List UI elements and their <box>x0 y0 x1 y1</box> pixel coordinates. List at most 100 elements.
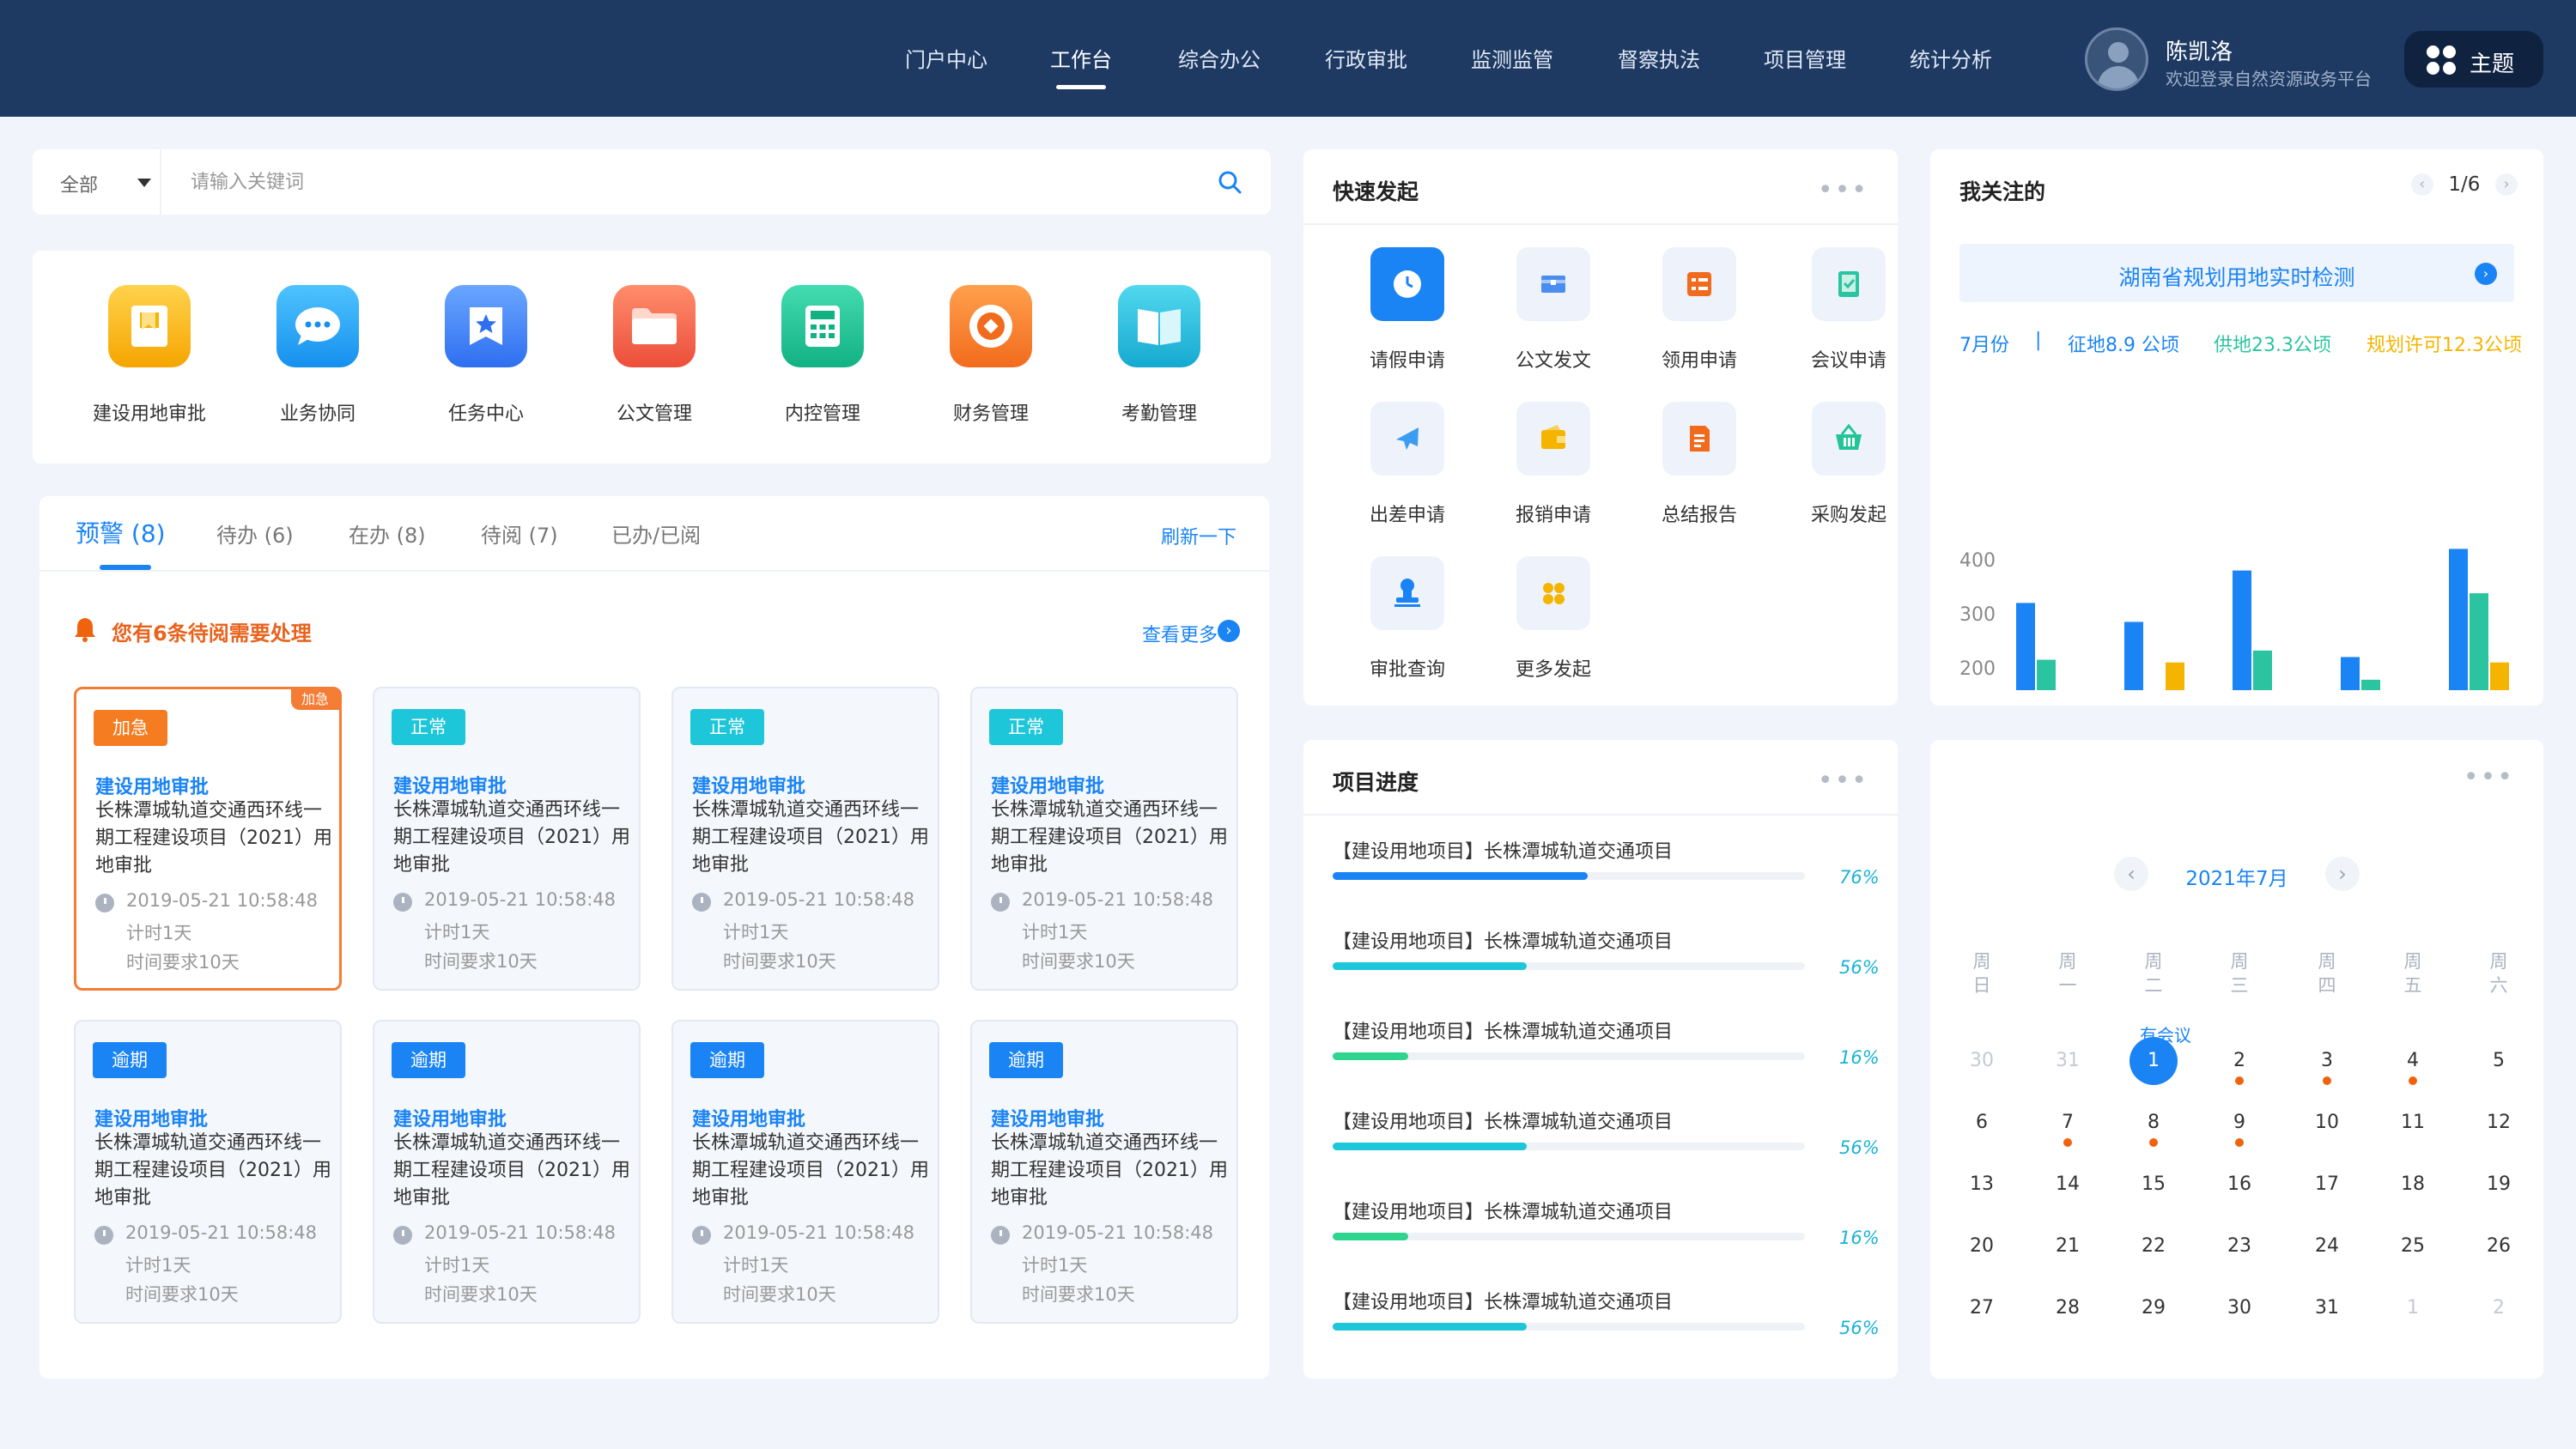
progress-item[interactable]: 【建设用地项目】长株潭城轨道交通项目 56% <box>1333 1106 1880 1158</box>
status-badge: 正常 <box>989 709 1063 745</box>
search-input[interactable] <box>191 167 1135 197</box>
app-label: 任务中心 <box>447 403 524 425</box>
calendar-day[interactable]: 22 <box>2129 1222 2178 1270</box>
progress-bar <box>1333 962 1805 970</box>
calendar-day[interactable]: 25 <box>2389 1222 2437 1270</box>
calendar-day[interactable]: 20 <box>1958 1222 2006 1270</box>
calendar-day[interactable]: 21 <box>2044 1222 2092 1270</box>
nav-statistics[interactable]: 统计分析 <box>1910 43 1992 72</box>
app-finance[interactable]: 财务管理 <box>914 285 1068 426</box>
quick-item[interactable]: 请假申请 <box>1334 247 1480 373</box>
caret-down-icon[interactable] <box>137 179 151 187</box>
theme-button[interactable]: 主题 <box>2404 31 2543 88</box>
quick-item[interactable]: 更多发起 <box>1480 556 1626 682</box>
clock-icon <box>991 1226 1010 1245</box>
monitor-banner[interactable]: 湖南省规划用地实时检测 › <box>1959 244 2514 302</box>
calendar-day[interactable]: 11 <box>2389 1099 2437 1147</box>
search-icon[interactable] <box>1216 168 1243 196</box>
warning-card[interactable]: 正常 建设用地审批 长株潭城轨道交通西环线一期工程建设项目（2021）用地审批 201… <box>970 687 1238 991</box>
tab-warning[interactable]: 预警 (8) <box>76 515 166 549</box>
warning-card[interactable]: 逾期 建设用地审批 长株潭城轨道交通西环线一期工程建设项目（2021）用地审批 201… <box>74 1020 342 1324</box>
nav-approval[interactable]: 行政审批 <box>1325 43 1407 72</box>
next-page-button[interactable]: › <box>2495 173 2518 196</box>
warning-card[interactable]: 逾期 建设用地审批 长株潭城轨道交通西环线一期工程建设项目（2021）用地审批 201… <box>373 1020 641 1324</box>
calendar-day[interactable]: 26 <box>2475 1222 2523 1270</box>
view-more-link[interactable]: 查看更多 <box>1142 620 1218 647</box>
calendar-day[interactable]: 13 <box>1958 1161 2006 1209</box>
quick-item[interactable]: 公文发文 <box>1480 247 1626 373</box>
prev-page-button[interactable]: ‹ <box>2410 173 2433 196</box>
calendar-day[interactable]: 28 <box>2044 1284 2092 1332</box>
calendar-day[interactable]: 10 <box>2303 1099 2351 1147</box>
progress-item[interactable]: 【建设用地项目】长株潭城轨道交通项目 76% <box>1333 836 1880 888</box>
bar-征地 <box>2016 603 2035 690</box>
more-options-icon[interactable]: ••• <box>1818 175 1868 205</box>
progress-item[interactable]: 【建设用地项目】长株潭城轨道交通项目 16% <box>1333 1197 1880 1248</box>
app-collaboration[interactable]: 业务协同 <box>240 285 395 426</box>
tab-to-read[interactable]: 待阅 (7) <box>481 518 558 549</box>
calendar-day[interactable]: 29 <box>2129 1284 2178 1332</box>
quick-item[interactable]: 报销申请 <box>1480 402 1626 527</box>
nav-portal[interactable]: 门户中心 <box>905 43 987 72</box>
card-description: 长株潭城轨道交通西环线一期工程建设项目（2021）用地审批 <box>991 1132 1228 1209</box>
quick-item[interactable]: 出差申请 <box>1334 402 1480 527</box>
quick-item[interactable]: 采购发起 <box>1776 402 1922 527</box>
app-attendance[interactable]: 考勤管理 <box>1082 285 1236 426</box>
warning-card[interactable]: 逾期 建设用地审批 长株潭城轨道交通西环线一期工程建设项目（2021）用地审批 201… <box>671 1020 939 1324</box>
calendar-day[interactable]: 23 <box>2215 1222 2263 1270</box>
nav-projects[interactable]: 项目管理 <box>1764 43 1846 72</box>
calendar-day[interactable]: 31 <box>2303 1284 2351 1332</box>
card-title: 建设用地审批 <box>991 776 1105 797</box>
warning-card[interactable]: 加急 加急 建设用地审批 长株潭城轨道交通西环线一期工程建设项目（2021）用地审批 2… <box>74 687 342 991</box>
search-scope-select[interactable]: 全部 <box>60 170 98 197</box>
arrow-right-icon[interactable]: › <box>1218 620 1240 642</box>
nav-monitoring[interactable]: 监测监管 <box>1471 43 1553 72</box>
status-badge: 正常 <box>392 709 465 745</box>
calendar-day[interactable]: 30 <box>1958 1037 2006 1085</box>
tab-in-progress[interactable]: 在办 (8) <box>349 518 426 549</box>
calendar-day[interactable]: 15 <box>2129 1161 2178 1209</box>
arrow-right-icon[interactable]: › <box>2475 263 2497 285</box>
quick-item[interactable]: 审批查询 <box>1334 556 1480 682</box>
tab-todo[interactable]: 待办 (6) <box>216 518 294 549</box>
calendar-day[interactable]: 17 <box>2303 1161 2351 1209</box>
warning-card[interactable]: 正常 建设用地审批 长株潭城轨道交通西环线一期工程建设项目（2021）用地审批 201… <box>373 687 641 991</box>
calendar-day[interactable]: 27 <box>1958 1284 2006 1332</box>
calendar-day[interactable]: 5 <box>2475 1037 2523 1085</box>
progress-item[interactable]: 【建设用地项目】长株潭城轨道交通项目 16% <box>1333 1016 1880 1068</box>
progress-item[interactable]: 【建设用地项目】长株潭城轨道交通项目 56% <box>1333 926 1880 978</box>
next-month-button[interactable]: › <box>2325 857 2360 891</box>
tab-done[interactable]: 已办/已阅 <box>611 518 701 549</box>
calendar-day[interactable]: 18 <box>2389 1161 2437 1209</box>
app-documents[interactable]: 公文管理 <box>577 285 732 426</box>
app-task-center[interactable]: 任务中心 <box>409 285 563 426</box>
warning-card[interactable]: 逾期 建设用地审批 长株潭城轨道交通西环线一期工程建设项目（2021）用地审批 201… <box>970 1020 1238 1324</box>
calendar-day[interactable]: 24 <box>2303 1222 2351 1270</box>
calendar-day[interactable]: 2 <box>2475 1284 2523 1332</box>
app-internal-control[interactable]: 内控管理 <box>745 285 900 426</box>
more-options-icon[interactable]: ••• <box>2464 762 2514 792</box>
bar-供地 <box>2470 593 2488 690</box>
progress-item[interactable]: 【建设用地项目】长株潭城轨道交通项目 56% <box>1333 1287 1880 1338</box>
calendar-day[interactable]: 6 <box>1958 1099 2006 1147</box>
bar-征地 <box>2449 549 2468 690</box>
app-land-approval[interactable]: 建设用地审批 <box>72 285 227 426</box>
nav-workbench[interactable]: 工作台 <box>1042 43 1120 72</box>
nav-office[interactable]: 综合办公 <box>1178 43 1261 72</box>
warning-card[interactable]: 正常 建设用地审批 长株潭城轨道交通西环线一期工程建设项目（2021）用地审批 201… <box>671 687 939 991</box>
calendar-day[interactable]: 16 <box>2215 1161 2263 1209</box>
more-options-icon[interactable]: ••• <box>1818 766 1868 796</box>
quick-item[interactable]: 领用申请 <box>1626 247 1772 373</box>
calendar-day[interactable]: 12 <box>2475 1099 2523 1147</box>
calendar-day[interactable]: 1 <box>2389 1284 2437 1332</box>
card-title: 建设用地审批 <box>393 1109 507 1131</box>
calendar-day[interactable]: 30 <box>2215 1284 2263 1332</box>
quick-item[interactable]: 总结报告 <box>1626 402 1772 527</box>
refresh-link[interactable]: 刷新一下 <box>1161 522 1236 549</box>
calendar-day[interactable]: 14 <box>2044 1161 2092 1209</box>
calendar-day[interactable]: 19 <box>2475 1161 2523 1209</box>
quick-item[interactable]: 会议申请 <box>1776 247 1922 373</box>
avatar[interactable] <box>2085 27 2148 91</box>
nav-inspection[interactable]: 督察执法 <box>1618 43 1700 72</box>
calendar-day[interactable]: 31 <box>2044 1037 2092 1085</box>
